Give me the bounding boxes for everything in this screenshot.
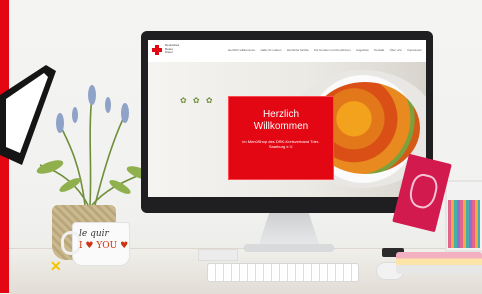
- mug: le quir I ♥ YOU ♥: [61, 222, 130, 266]
- welcome-subtitle: im MenüShop des DRK-Kreisverband Trier-S…: [242, 139, 320, 150]
- nav-item[interactable]: Angebote: [356, 48, 369, 52]
- nav-menu: Herzlich willkommen Hallo ihr Lieben Her…: [228, 48, 422, 52]
- colored-pencils: [448, 200, 480, 248]
- red-cross-icon[interactable]: [152, 45, 162, 55]
- welcome-box: Herzlich Willkommen im MenüShop des DRK-…: [228, 96, 334, 180]
- mug-handle: [61, 231, 81, 255]
- nav-item[interactable]: Impressum: [407, 48, 422, 52]
- imac-monitor: Deutsches Rotes Kreuz Herzlich willkomme…: [141, 31, 433, 213]
- keyboard: [207, 263, 359, 282]
- paper-clips: ✕: [50, 258, 62, 274]
- website-nav: Deutsches Rotes Kreuz Herzlich willkomme…: [148, 40, 426, 63]
- scene: le quir I ♥ YOU ♥ ✕ Deutsches Rotes Kreu…: [0, 0, 482, 294]
- mug-text-line1: le quir: [79, 229, 109, 239]
- nav-item[interactable]: Herzlich willkommen: [228, 48, 255, 52]
- nav-item[interactable]: Für Kunden und Kundinnen: [314, 48, 351, 52]
- notebooks-stack: [396, 252, 482, 274]
- nav-item[interactable]: Hallo ihr Lieben: [261, 48, 282, 52]
- logo-line: Kreuz: [165, 50, 173, 55]
- nav-item[interactable]: Herzliche Grüße: [287, 48, 309, 52]
- nav-item[interactable]: Über uns: [390, 48, 402, 52]
- welcome-title: Herzlich Willkommen: [229, 109, 333, 133]
- monitor-stand-base: [244, 244, 334, 252]
- small-box: [198, 249, 238, 261]
- monitor-stand: [258, 213, 320, 247]
- logo-text: Deutsches Rotes Kreuz: [165, 43, 187, 55]
- nav-item[interactable]: Kontakt: [374, 48, 384, 52]
- mug-text-line2: I ♥ YOU ♥: [79, 241, 129, 251]
- hero-section: ✿ ✿ ✿ Herzlich Willkommen im MenüShop de…: [148, 62, 426, 197]
- herbs-decoration: ✿ ✿ ✿: [180, 96, 215, 105]
- hand-drawing: [406, 171, 441, 211]
- welcome-title-line: Willkommen: [253, 121, 309, 132]
- welcome-title-line: Herzlich: [262, 109, 300, 120]
- website-screen: Deutsches Rotes Kreuz Herzlich willkomme…: [148, 40, 426, 197]
